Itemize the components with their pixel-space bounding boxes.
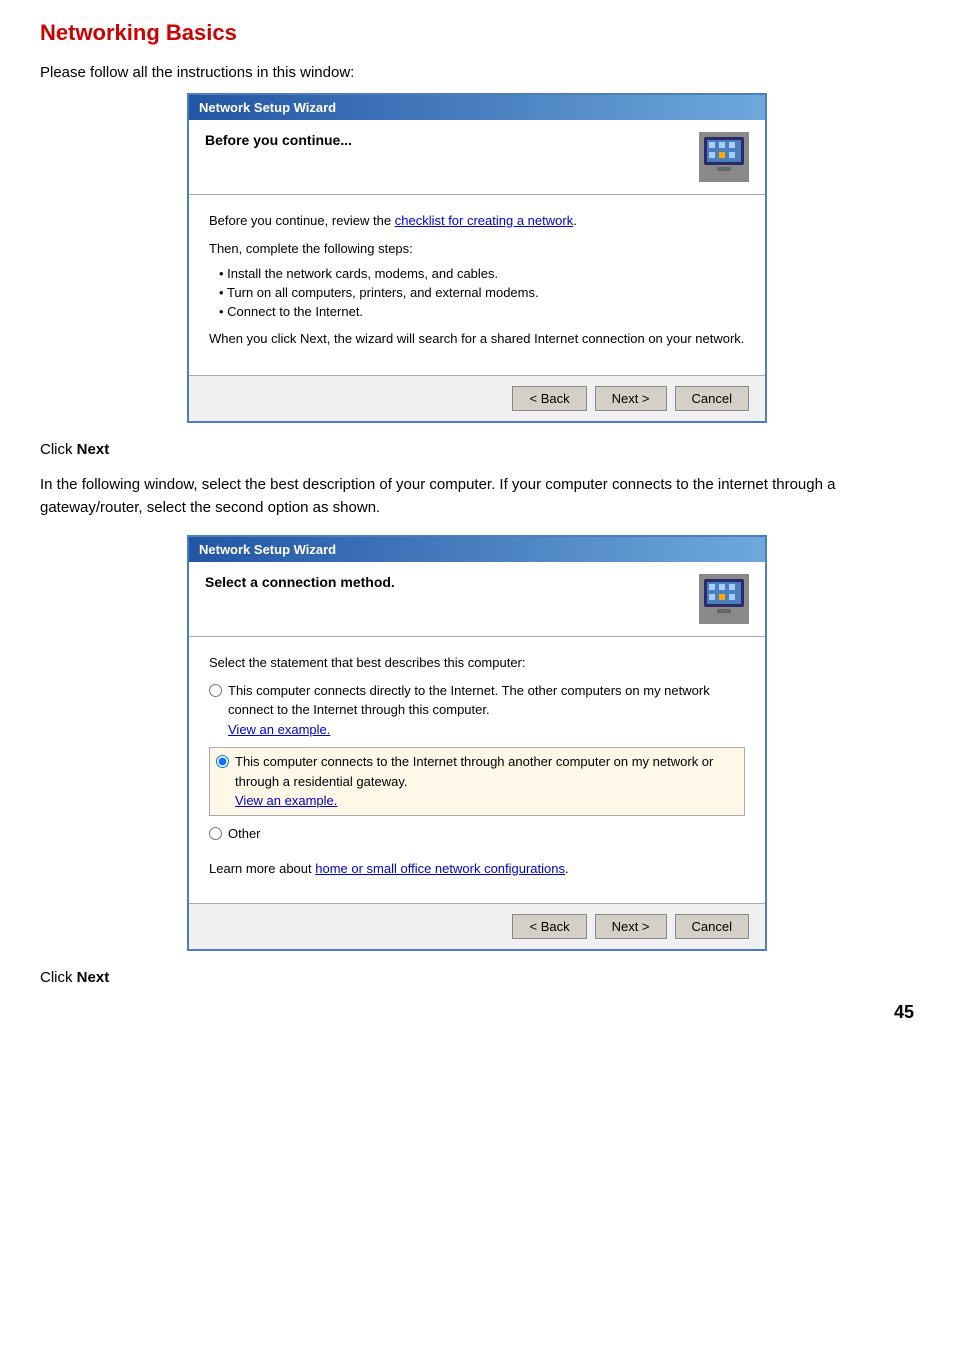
radio-option-3-input[interactable]: [209, 827, 222, 840]
wizard2-back-button[interactable]: < Back: [512, 914, 586, 939]
wizard-window-2: Network Setup Wizard Select a connection…: [187, 535, 767, 951]
wizard-icon-2: [699, 574, 749, 624]
wizard-step-2: Turn on all computers, printers, and ext…: [219, 285, 745, 300]
checklist-link[interactable]: checklist for creating a network: [395, 213, 573, 228]
wizard-select-intro: Select the statement that best describes…: [209, 653, 745, 673]
wizard1-back-button[interactable]: < Back: [512, 386, 586, 411]
wizard-header-2: Select a connection method.: [189, 562, 765, 637]
wizard-header-title-1: Before you continue...: [205, 132, 352, 148]
radio-option-1-input[interactable]: [209, 684, 222, 697]
view-example-link-1[interactable]: View an example.: [228, 720, 745, 740]
learn-more-text: Learn more about home or small office ne…: [209, 859, 745, 879]
wizard-title-label-2: Network Setup Wizard: [199, 542, 336, 557]
wizard2-next-button[interactable]: Next >: [595, 914, 667, 939]
wizard-body-line2: Then, complete the following steps:: [209, 239, 745, 259]
radio-option-3-content: Other: [228, 824, 261, 844]
wizard-body-2: Select the statement that best describes…: [189, 637, 765, 903]
wizard-steps-list: Install the network cards, modems, and c…: [219, 266, 745, 319]
click-next-2: Click Next: [40, 969, 914, 986]
wizard-titlebar-2: Network Setup Wizard: [189, 537, 765, 562]
wizard-step-3: Connect to the Internet.: [219, 304, 745, 319]
radio-option-2-text: This computer connects to the Internet t…: [235, 752, 738, 791]
view-example-link-2[interactable]: View an example.: [235, 791, 738, 811]
wizard-header-title-2: Select a connection method.: [205, 574, 395, 590]
wizard-footer-1: < Back Next > Cancel: [189, 375, 765, 421]
page-title: Networking Basics: [40, 20, 914, 46]
intro-text: Please follow all the instructions in th…: [40, 64, 914, 81]
wizard-titlebar-1: Network Setup Wizard: [189, 95, 765, 120]
wizard2-cancel-button[interactable]: Cancel: [675, 914, 749, 939]
wizard-header-1: Before you continue...: [189, 120, 765, 195]
page-number: 45: [40, 1002, 914, 1023]
wizard1-next-button[interactable]: Next >: [595, 386, 667, 411]
middle-body-text: In the following window, select the best…: [40, 474, 914, 519]
radio-option-2: This computer connects to the Internet t…: [209, 747, 745, 816]
wizard-body-1: Before you continue, review the checklis…: [189, 195, 765, 375]
radio-option-1-text: This computer connects directly to the I…: [228, 681, 745, 720]
home-office-link[interactable]: home or small office network configurati…: [315, 861, 565, 876]
radio-option-2-content: This computer connects to the Internet t…: [235, 752, 738, 811]
wizard-footer-2: < Back Next > Cancel: [189, 903, 765, 949]
radio-option-3-text: Other: [228, 824, 261, 844]
wizard-body-line3: When you click Next, the wizard will sea…: [209, 329, 745, 349]
radio-option-1-content: This computer connects directly to the I…: [228, 681, 745, 740]
wizard-step-1: Install the network cards, modems, and c…: [219, 266, 745, 281]
wizard-window-1: Network Setup Wizard Before you continue…: [187, 93, 767, 423]
radio-option-1: This computer connects directly to the I…: [209, 681, 745, 740]
radio-option-3: Other: [209, 824, 745, 844]
radio-option-2-input[interactable]: [216, 755, 229, 768]
wizard1-cancel-button[interactable]: Cancel: [675, 386, 749, 411]
click-next-1: Click Click NextNext: [40, 441, 914, 458]
wizard-icon-1: [699, 132, 749, 182]
wizard-body-line1: Before you continue, review the checklis…: [209, 211, 745, 231]
wizard-title-label-1: Network Setup Wizard: [199, 100, 336, 115]
